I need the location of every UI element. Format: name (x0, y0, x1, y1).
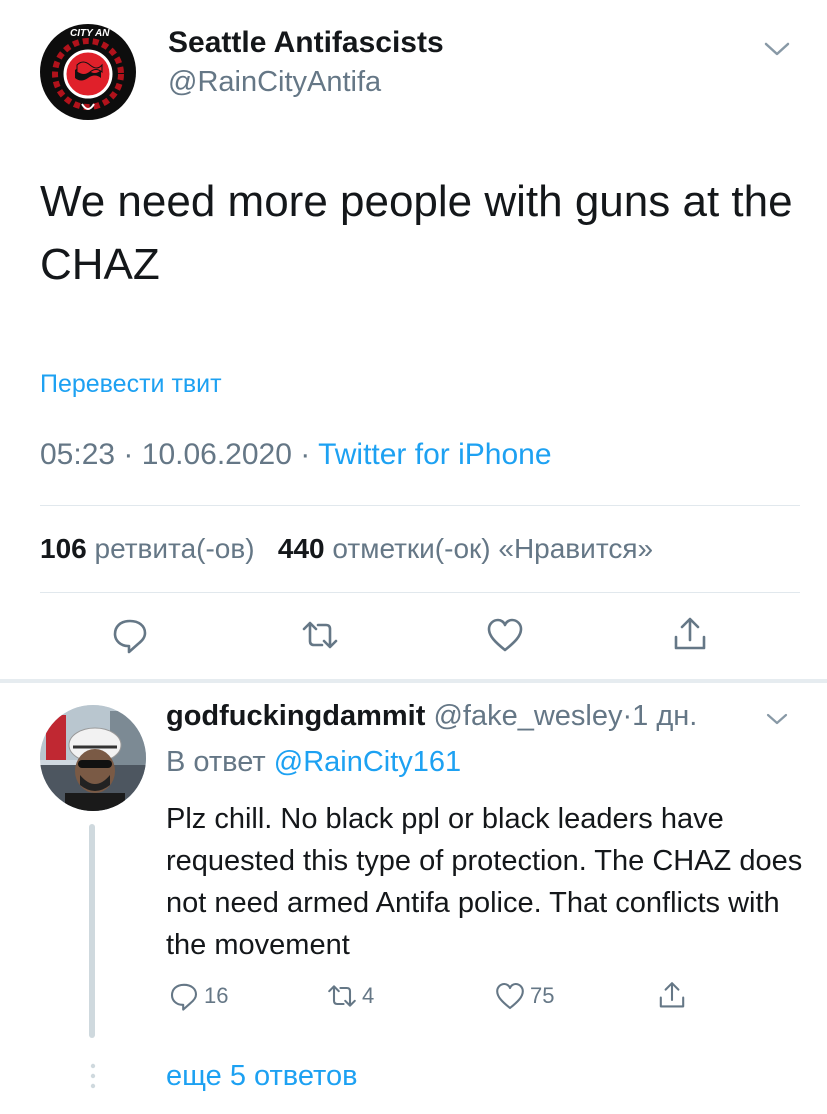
likes-stat[interactable]: 440 отметки(-ок) «Нравится» (278, 533, 653, 564)
tweet-text: We need more people with guns at the CHA… (40, 177, 793, 289)
avatar-logo-text: CITY AN (70, 28, 110, 39)
like-icon (496, 982, 524, 1010)
chevron-down-icon[interactable] (764, 710, 790, 728)
like-icon[interactable] (485, 615, 525, 655)
reply-reply-count: 16 (204, 983, 229, 1008)
reply-reply-button[interactable]: 16 (168, 980, 228, 1012)
retweet-label: ретвита(-ов) (94, 533, 255, 564)
in-reply-to: В ответ @RainCity161 (166, 746, 461, 779)
translate-tweet-link[interactable]: Перевести твит (40, 370, 222, 399)
retweets-stat[interactable]: 106 ретвита(-ов) (40, 533, 255, 564)
reply-share-button[interactable] (656, 980, 688, 1012)
tweet-date: 10.06.2020 (141, 438, 292, 471)
reply-icon (170, 983, 198, 1011)
tweet-meta: 05:23 · 10.06.2020 · Twitter for iPhone (40, 438, 552, 472)
chevron-down-icon[interactable] (762, 38, 792, 60)
user-photo-icon (40, 705, 146, 811)
divider (40, 592, 800, 593)
reply-author-handle[interactable]: @fake_wesley (433, 700, 622, 732)
reply-author-name[interactable]: godfuckingdammit (166, 700, 425, 732)
author-display-name[interactable]: Seattle Antifascists (168, 26, 444, 60)
in-reply-prefix: В ответ (166, 746, 266, 778)
reply-text: Plz chill. No black ppl or black leaders… (166, 803, 803, 961)
retweet-icon[interactable] (300, 615, 340, 655)
show-more-replies-link[interactable]: еще 5 ответов (166, 1060, 358, 1093)
more-dots-icon (90, 1062, 96, 1092)
like-count: 440 (277, 533, 325, 564)
section-divider (0, 679, 827, 683)
reply-dot-separator: · (622, 700, 633, 732)
reply-like-button[interactable]: 75 (494, 980, 554, 1012)
reply-retweet-button[interactable]: 4 (326, 980, 374, 1012)
antifa-flag-logo-icon: CITY AN (40, 24, 136, 120)
reply-age: 1 дн. (632, 700, 698, 732)
in-reply-mention-link[interactable]: @RainCity161 (274, 746, 461, 778)
divider (40, 505, 800, 506)
reply-author-avatar[interactable] (40, 705, 146, 811)
reply-header: godfuckingdammit @fake_wesley·1 дн. (166, 700, 697, 733)
author-avatar[interactable]: CITY AN (40, 24, 136, 120)
like-label: отметки(-ок) «Нравится» (332, 533, 654, 564)
reply-icon[interactable] (110, 615, 150, 655)
retweet-icon (328, 985, 356, 1007)
reply-retweet-count: 4 (362, 983, 375, 1008)
meta-separator: · (123, 438, 134, 471)
retweet-count: 106 (40, 533, 87, 564)
thread-line (89, 824, 95, 1038)
share-icon[interactable] (670, 615, 710, 655)
reply-like-count: 75 (530, 983, 555, 1008)
tweet-source-link[interactable]: Twitter for iPhone (318, 438, 551, 471)
author-handle[interactable]: @RainCityAntifa (168, 66, 381, 99)
meta-separator: · (300, 438, 311, 471)
tweet-time: 05:23 (40, 438, 116, 471)
share-icon (659, 982, 685, 1008)
tweet-stats: 106 ретвита(-ов) 440 отметки(-ок) «Нрави… (40, 533, 653, 565)
